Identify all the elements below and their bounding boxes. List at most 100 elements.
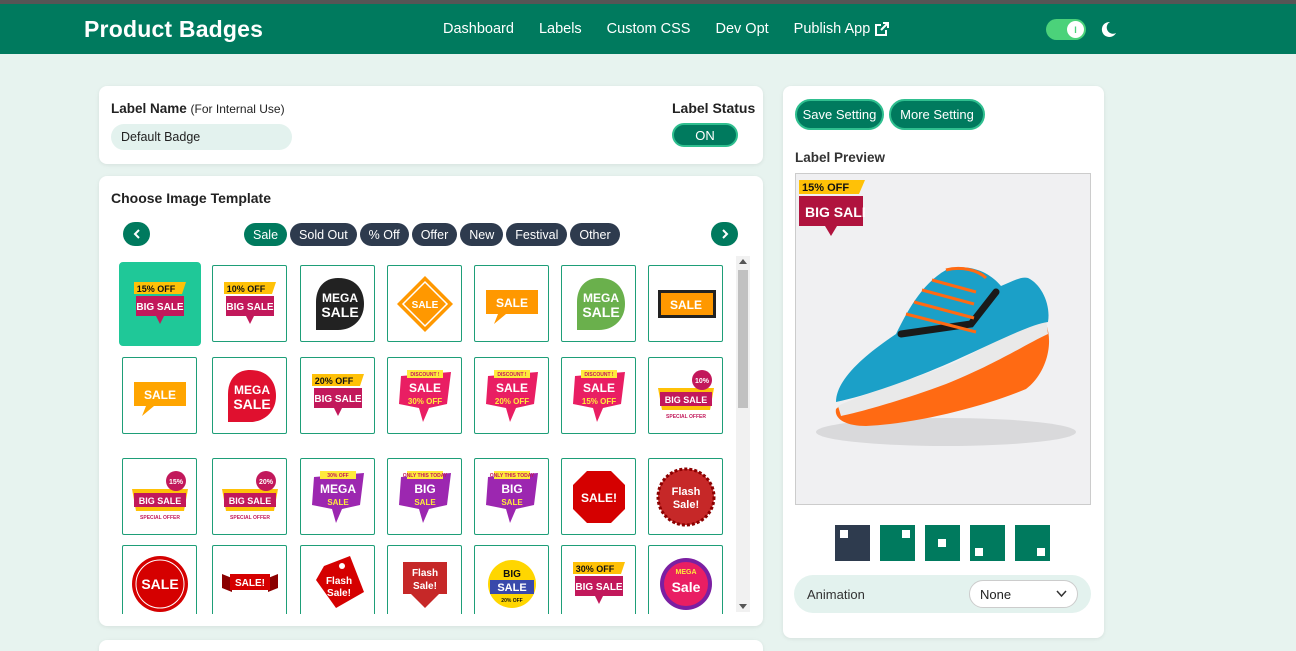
badge-template-tile[interactable]: MEGA SALE — [561, 265, 636, 342]
scroll-thumb[interactable] — [738, 270, 748, 408]
badge-main-text: MEGA — [320, 482, 356, 496]
label-status-heading: Label Status — [672, 100, 756, 116]
badge-template-tile[interactable]: BIG SALE 20% OFF — [474, 545, 549, 614]
main-nav: Dashboard Labels Custom CSS Dev Opt Publ… — [443, 21, 890, 37]
badge-top-text: 15% — [168, 479, 183, 486]
template-grid: 15% OFF BIG SALE 10% OFF BIG SALE MEGA SALE SA… — [119, 262, 733, 614]
badge-template-tile[interactable]: MEGA SALE — [300, 265, 375, 342]
scroll-up-arrow[interactable] — [739, 259, 747, 264]
badge-template-tile[interactable]: SALE — [387, 265, 462, 342]
badge-template-tile[interactable]: SALE — [474, 265, 549, 342]
animation-select[interactable]: None — [969, 580, 1078, 608]
badge-template-tile[interactable]: SALE! — [561, 458, 636, 535]
nav-dev-opt[interactable]: Dev Opt — [715, 21, 768, 37]
save-setting-button[interactable]: Save Setting — [795, 99, 884, 130]
position-top-right[interactable] — [880, 525, 915, 561]
badge-template-tile[interactable]: SALE — [648, 265, 723, 342]
badge-sub-text: SPECIAL OFFER — [666, 414, 706, 420]
badge-graphic: MEGASALE — [576, 277, 625, 330]
theme-toggle[interactable]: I — [1046, 19, 1086, 40]
badge-template-tile[interactable]: SALE — [122, 545, 197, 614]
badge-main-text: BIG SALE — [228, 496, 271, 506]
badge-template-tile[interactable]: 15% OFF BIG SALE — [119, 262, 201, 346]
label-status-toggle[interactable]: ON — [672, 123, 738, 147]
category-tab[interactable]: New — [460, 223, 504, 246]
category-tab[interactable]: % Off — [359, 223, 409, 246]
badge-template-tile[interactable]: Flash Sale! — [648, 458, 723, 535]
badge-template-tile[interactable]: MEGA SALE — [212, 357, 287, 434]
badge-main-text: SALE — [143, 388, 175, 402]
badge-main-text: SALE — [408, 381, 440, 395]
badge-template-tile[interactable]: Flash Sale! — [387, 545, 462, 614]
badge-main-text: BIG SALE — [136, 302, 184, 313]
image-template-card: Choose Image Template Sale Sold Out% Off O… — [99, 176, 763, 626]
badge-template-tile[interactable]: 20% BIG SALE SPECIAL OFFER — [212, 458, 287, 535]
nav-dashboard[interactable]: Dashboard — [443, 21, 514, 37]
category-tab[interactable]: Sold Out — [290, 223, 357, 246]
badge-top-text: BIG — [503, 569, 521, 580]
badge-template-tile[interactable]: 30% OFF BIG SALE — [561, 545, 636, 614]
badge-graphic: 10% BIG SALE SPECIAL OFFER — [657, 369, 714, 420]
position-center[interactable] — [925, 525, 960, 561]
category-tab[interactable]: Other — [570, 223, 620, 246]
label-name-card: Label Name (For Internal Use) Label Stat… — [99, 86, 763, 164]
position-bottom-left[interactable] — [970, 525, 1005, 561]
badge-template-tile[interactable]: 15% BIG SALE SPECIAL OFFER — [122, 458, 197, 535]
template-scrollbar[interactable] — [736, 256, 750, 612]
badge-top-text: DISCOUNT ! — [497, 372, 527, 378]
badge-sub-text: SALE — [501, 498, 523, 507]
category-tab[interactable]: Offer — [411, 223, 458, 246]
top-navbar: Product Badges Dashboard Labels Custom C… — [0, 4, 1296, 54]
badge-template-tile[interactable]: SALE — [122, 357, 197, 434]
badge-graphic: MEGASALE — [315, 277, 364, 330]
badge-main-text: Flash — [411, 568, 437, 579]
badge-sub-text: SALE — [321, 304, 358, 320]
label-name-input[interactable] — [111, 124, 292, 150]
badge-template-tile[interactable]: Flash Sale! — [300, 545, 375, 614]
badge-template-tile[interactable]: 10% BIG SALE SPECIAL OFFER — [648, 357, 723, 434]
nav-publish-app[interactable]: Publish App — [794, 21, 891, 37]
scroll-down-arrow[interactable] — [739, 604, 747, 609]
next-card-edge — [99, 640, 763, 651]
prev-category-button[interactable] — [123, 222, 150, 246]
badge-graphic: FlashSale! — [656, 467, 715, 526]
animation-row: Animation None — [794, 575, 1091, 613]
badge-sub-text: SALE — [414, 498, 436, 507]
next-category-button[interactable] — [711, 222, 738, 246]
badge-template-tile[interactable]: ONLY THIS TODAY BIG SALE — [474, 458, 549, 535]
badge-top-text: ONLY THIS TODAY — [402, 473, 447, 479]
badge-main-text: BIG — [501, 482, 522, 496]
label-name-heading: Label Name (For Internal Use) — [111, 101, 285, 116]
badge-template-tile[interactable]: 20% OFF BIG SALE — [300, 357, 375, 434]
badge-template-tile[interactable]: ONLY THIS TODAY BIG SALE — [387, 458, 462, 535]
badge-main-text: BIG SALE — [138, 496, 181, 506]
badge-top-text: DISCOUNT ! — [410, 372, 440, 378]
badge-template-tile[interactable]: SALE! — [212, 545, 287, 614]
badge-main-text: SALE — [411, 300, 438, 311]
badge-sub-text: SALE — [582, 304, 619, 320]
moon-icon[interactable] — [1100, 21, 1117, 38]
badge-template-tile[interactable]: DISCOUNT ! SALE 30% OFF — [387, 357, 462, 434]
badge-main-text: Flash — [671, 486, 700, 498]
badge-top-text: 15% OFF — [137, 284, 176, 294]
badge-top-text: 10% OFF — [226, 284, 265, 294]
position-bottom-right[interactable] — [1015, 525, 1050, 561]
nav-custom-css[interactable]: Custom CSS — [607, 21, 691, 37]
more-setting-button[interactable]: More Setting — [889, 99, 985, 130]
badge-top-text: 20% — [258, 479, 273, 486]
badge-template-tile[interactable]: DISCOUNT ! SALE 20% OFF — [474, 357, 549, 434]
chevron-left-icon — [133, 229, 140, 239]
badge-sub-text: Sale! — [413, 581, 437, 592]
badge-template-tile[interactable]: MEGA Sale — [648, 545, 723, 614]
nav-labels[interactable]: Labels — [539, 21, 582, 37]
badge-graphic: 30% OFF BIG SALE — [572, 561, 625, 604]
position-top-left[interactable] — [835, 525, 870, 561]
badge-graphic: Flash Sale! — [402, 561, 447, 608]
category-tab[interactable]: Sale — [244, 223, 288, 246]
badge-template-tile[interactable]: 10% OFF BIG SALE — [212, 265, 287, 342]
badge-template-tile[interactable]: 30% OFF MEGA SALE — [300, 458, 375, 535]
badge-template-tile[interactable]: DISCOUNT ! SALE 15% OFF — [561, 357, 636, 434]
category-tab[interactable]: Festival — [506, 223, 568, 246]
badge-graphic: BIG SALE 20% OFF — [487, 559, 536, 608]
badge-main-text: SALE — [497, 582, 526, 594]
